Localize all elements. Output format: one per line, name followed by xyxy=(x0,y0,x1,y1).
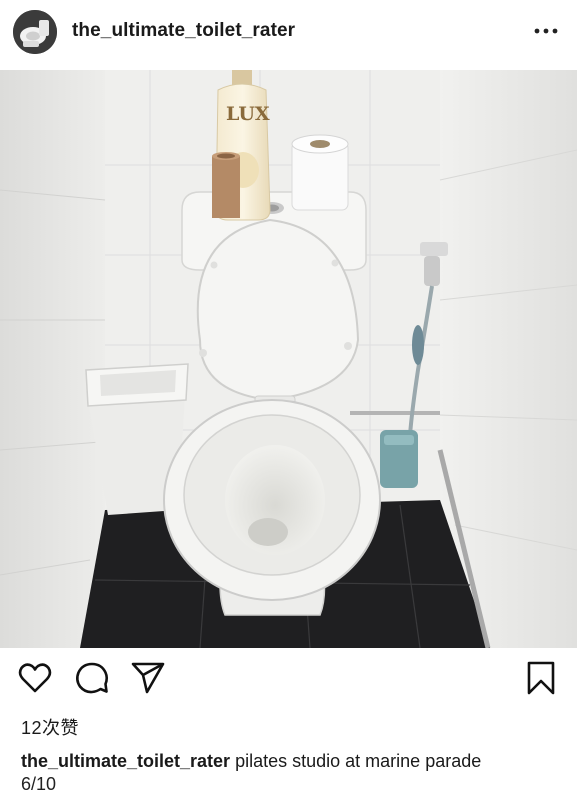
bottle-label: LUX xyxy=(226,103,270,125)
comment-icon[interactable] xyxy=(74,660,110,696)
header-username[interactable]: the_ultimate_toilet_rater xyxy=(72,20,295,42)
toilet-photo: LUX xyxy=(0,70,577,648)
toilet-avatar-icon xyxy=(13,10,57,54)
post-photo[interactable]: LUX xyxy=(0,70,577,648)
caption-username[interactable]: the_ultimate_toilet_rater xyxy=(21,751,230,771)
caption-text: pilates studio at marine parade xyxy=(235,751,482,771)
action-bar xyxy=(0,660,577,704)
avatar[interactable] xyxy=(13,10,57,54)
caption-rating: 6/10 xyxy=(21,774,57,794)
post-header: the_ultimate_toilet_rater xyxy=(0,0,577,68)
instagram-post: the_ultimate_toilet_rater LUX 12次赞 the_u… xyxy=(0,0,577,800)
paper-plane-icon[interactable] xyxy=(130,660,166,696)
more-dots-icon[interactable] xyxy=(533,18,559,44)
likes-count[interactable]: 12次赞 xyxy=(21,714,79,740)
bookmark-icon[interactable] xyxy=(525,660,557,696)
heart-icon[interactable] xyxy=(17,660,53,696)
post-caption: the_ultimate_toilet_rater pilates studio… xyxy=(21,750,561,772)
